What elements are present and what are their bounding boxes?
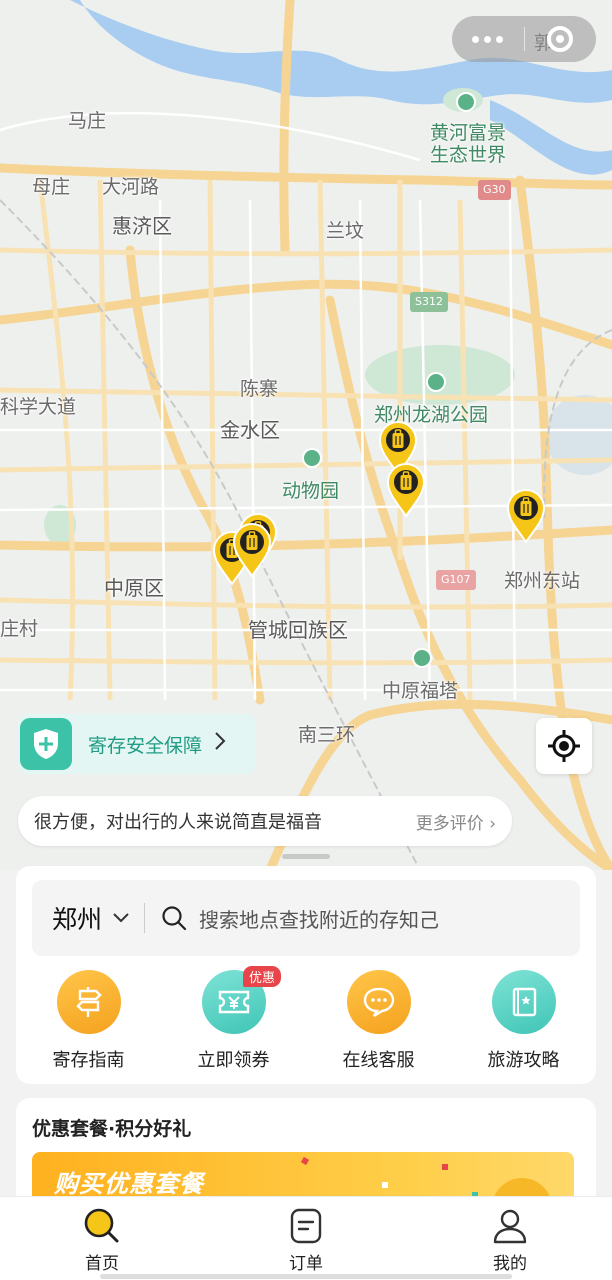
map-label: 生态世界 bbox=[430, 144, 507, 166]
luggage-pin-icon[interactable] bbox=[386, 462, 426, 518]
main-panel: 郑州 搜索地点查找附近的存知己 寄存指南 优惠 立即领券 在线客服 旅游攻略 bbox=[16, 866, 596, 1084]
safety-guarantee-button[interactable]: 寄存安全保障 bbox=[18, 714, 256, 774]
promo-title: 优惠套餐·积分好礼 bbox=[32, 1118, 192, 1140]
shield-plus-icon bbox=[20, 718, 72, 770]
park-poi-icon bbox=[426, 372, 446, 392]
more-dots-icon[interactable] bbox=[452, 35, 524, 43]
map-label: 动物园 bbox=[282, 480, 340, 502]
map-label: 母庄 bbox=[32, 176, 71, 198]
guidebook-icon bbox=[491, 970, 556, 1034]
home-search-icon bbox=[84, 1208, 119, 1243]
order-list-icon bbox=[290, 1208, 322, 1244]
tab-orders[interactable]: 订单 bbox=[204, 1197, 408, 1280]
customer-service-button[interactable]: 在线客服 bbox=[306, 970, 451, 1072]
confetti-decoration bbox=[442, 1164, 448, 1170]
city-selector[interactable]: 郑州 bbox=[52, 900, 102, 936]
chevron-right-icon: › bbox=[489, 813, 496, 834]
map-label: 金水区 bbox=[220, 418, 280, 442]
tab-bar: 首页 订单 我的 bbox=[0, 1196, 612, 1280]
profile-icon bbox=[493, 1209, 527, 1244]
map-label: 惠济区 bbox=[112, 214, 172, 238]
tab-label: 首页 bbox=[85, 1254, 119, 1274]
search-icon bbox=[162, 906, 187, 931]
tab-label: 我的 bbox=[493, 1254, 527, 1274]
travel-guide-button[interactable]: 旅游攻略 bbox=[451, 970, 596, 1072]
close-circle-icon[interactable] bbox=[525, 26, 597, 52]
map-view[interactable]: 郭 马庄 黄河富景 生态世界 母庄 大河路 惠济区 兰坟 陈寨 科学大道 郑州龙… bbox=[0, 0, 612, 870]
map-label: 南三环 bbox=[298, 724, 356, 746]
locate-button[interactable] bbox=[536, 718, 592, 774]
quick-label: 寄存指南 bbox=[52, 1050, 125, 1071]
home-indicator bbox=[100, 1274, 512, 1279]
quick-label: 立即领券 bbox=[197, 1050, 270, 1071]
luggage-pin-icon[interactable] bbox=[506, 488, 546, 544]
divider bbox=[144, 903, 146, 933]
locate-target-icon bbox=[548, 730, 580, 762]
tab-label: 订单 bbox=[289, 1254, 323, 1274]
more-reviews-label: 更多评价 bbox=[415, 813, 484, 834]
quick-label: 在线客服 bbox=[342, 1050, 415, 1071]
map-label: 马庄 bbox=[68, 110, 107, 132]
promo-banner-text: 购买优惠套餐 bbox=[54, 1170, 204, 1198]
map-label: 庄村 bbox=[0, 618, 39, 640]
map-label: 科学大道 bbox=[0, 396, 77, 418]
coupon-button[interactable]: 优惠 立即领券 bbox=[161, 966, 306, 1072]
confetti-decoration bbox=[300, 1156, 310, 1166]
chevron-down-icon bbox=[113, 913, 129, 923]
road-badge: S312 bbox=[410, 292, 448, 312]
review-quote: 很方便，对出行的人来说简直是福音 bbox=[34, 812, 322, 833]
tower-poi-icon bbox=[412, 648, 432, 668]
map-label: 陈寨 bbox=[240, 378, 279, 400]
map-label: 中原福塔 bbox=[382, 680, 459, 702]
review-banner[interactable]: 很方便，对出行的人来说简直是福音 更多评价 › bbox=[18, 796, 512, 846]
chat-bubble-icon bbox=[346, 970, 411, 1034]
map-label: 中原区 bbox=[104, 576, 164, 600]
guide-button[interactable]: 寄存指南 bbox=[16, 970, 161, 1072]
quick-actions: 寄存指南 优惠 立即领券 在线客服 旅游攻略 bbox=[16, 966, 596, 1072]
signpost-icon bbox=[56, 970, 121, 1034]
miniprogram-capsule bbox=[452, 16, 596, 62]
search-bar[interactable]: 郑州 搜索地点查找附近的存知己 bbox=[32, 880, 580, 956]
tab-profile[interactable]: 我的 bbox=[408, 1197, 612, 1280]
map-label: 管城回族区 bbox=[248, 618, 348, 642]
park-poi-icon bbox=[456, 92, 476, 112]
luggage-pin-icon[interactable] bbox=[232, 522, 272, 578]
road-badge: G107 bbox=[436, 570, 476, 590]
search-input[interactable]: 搜索地点查找附近的存知己 bbox=[199, 904, 439, 933]
confetti-decoration bbox=[382, 1182, 388, 1188]
tab-home[interactable]: 首页 bbox=[0, 1197, 204, 1280]
map-label: 大河路 bbox=[102, 176, 160, 198]
more-reviews-link[interactable]: 更多评价 › bbox=[416, 809, 496, 834]
drag-handle[interactable] bbox=[282, 854, 330, 859]
map-label: 兰坟 bbox=[326, 220, 365, 242]
discount-badge: 优惠 bbox=[243, 966, 282, 987]
map-label: 郑州东站 bbox=[504, 570, 581, 592]
safety-label: 寄存安全保障 bbox=[88, 734, 203, 757]
chevron-right-icon bbox=[214, 731, 226, 757]
quick-label: 旅游攻略 bbox=[487, 1050, 560, 1071]
zoo-poi-icon bbox=[302, 448, 322, 468]
road-badge: G30 bbox=[478, 180, 511, 200]
